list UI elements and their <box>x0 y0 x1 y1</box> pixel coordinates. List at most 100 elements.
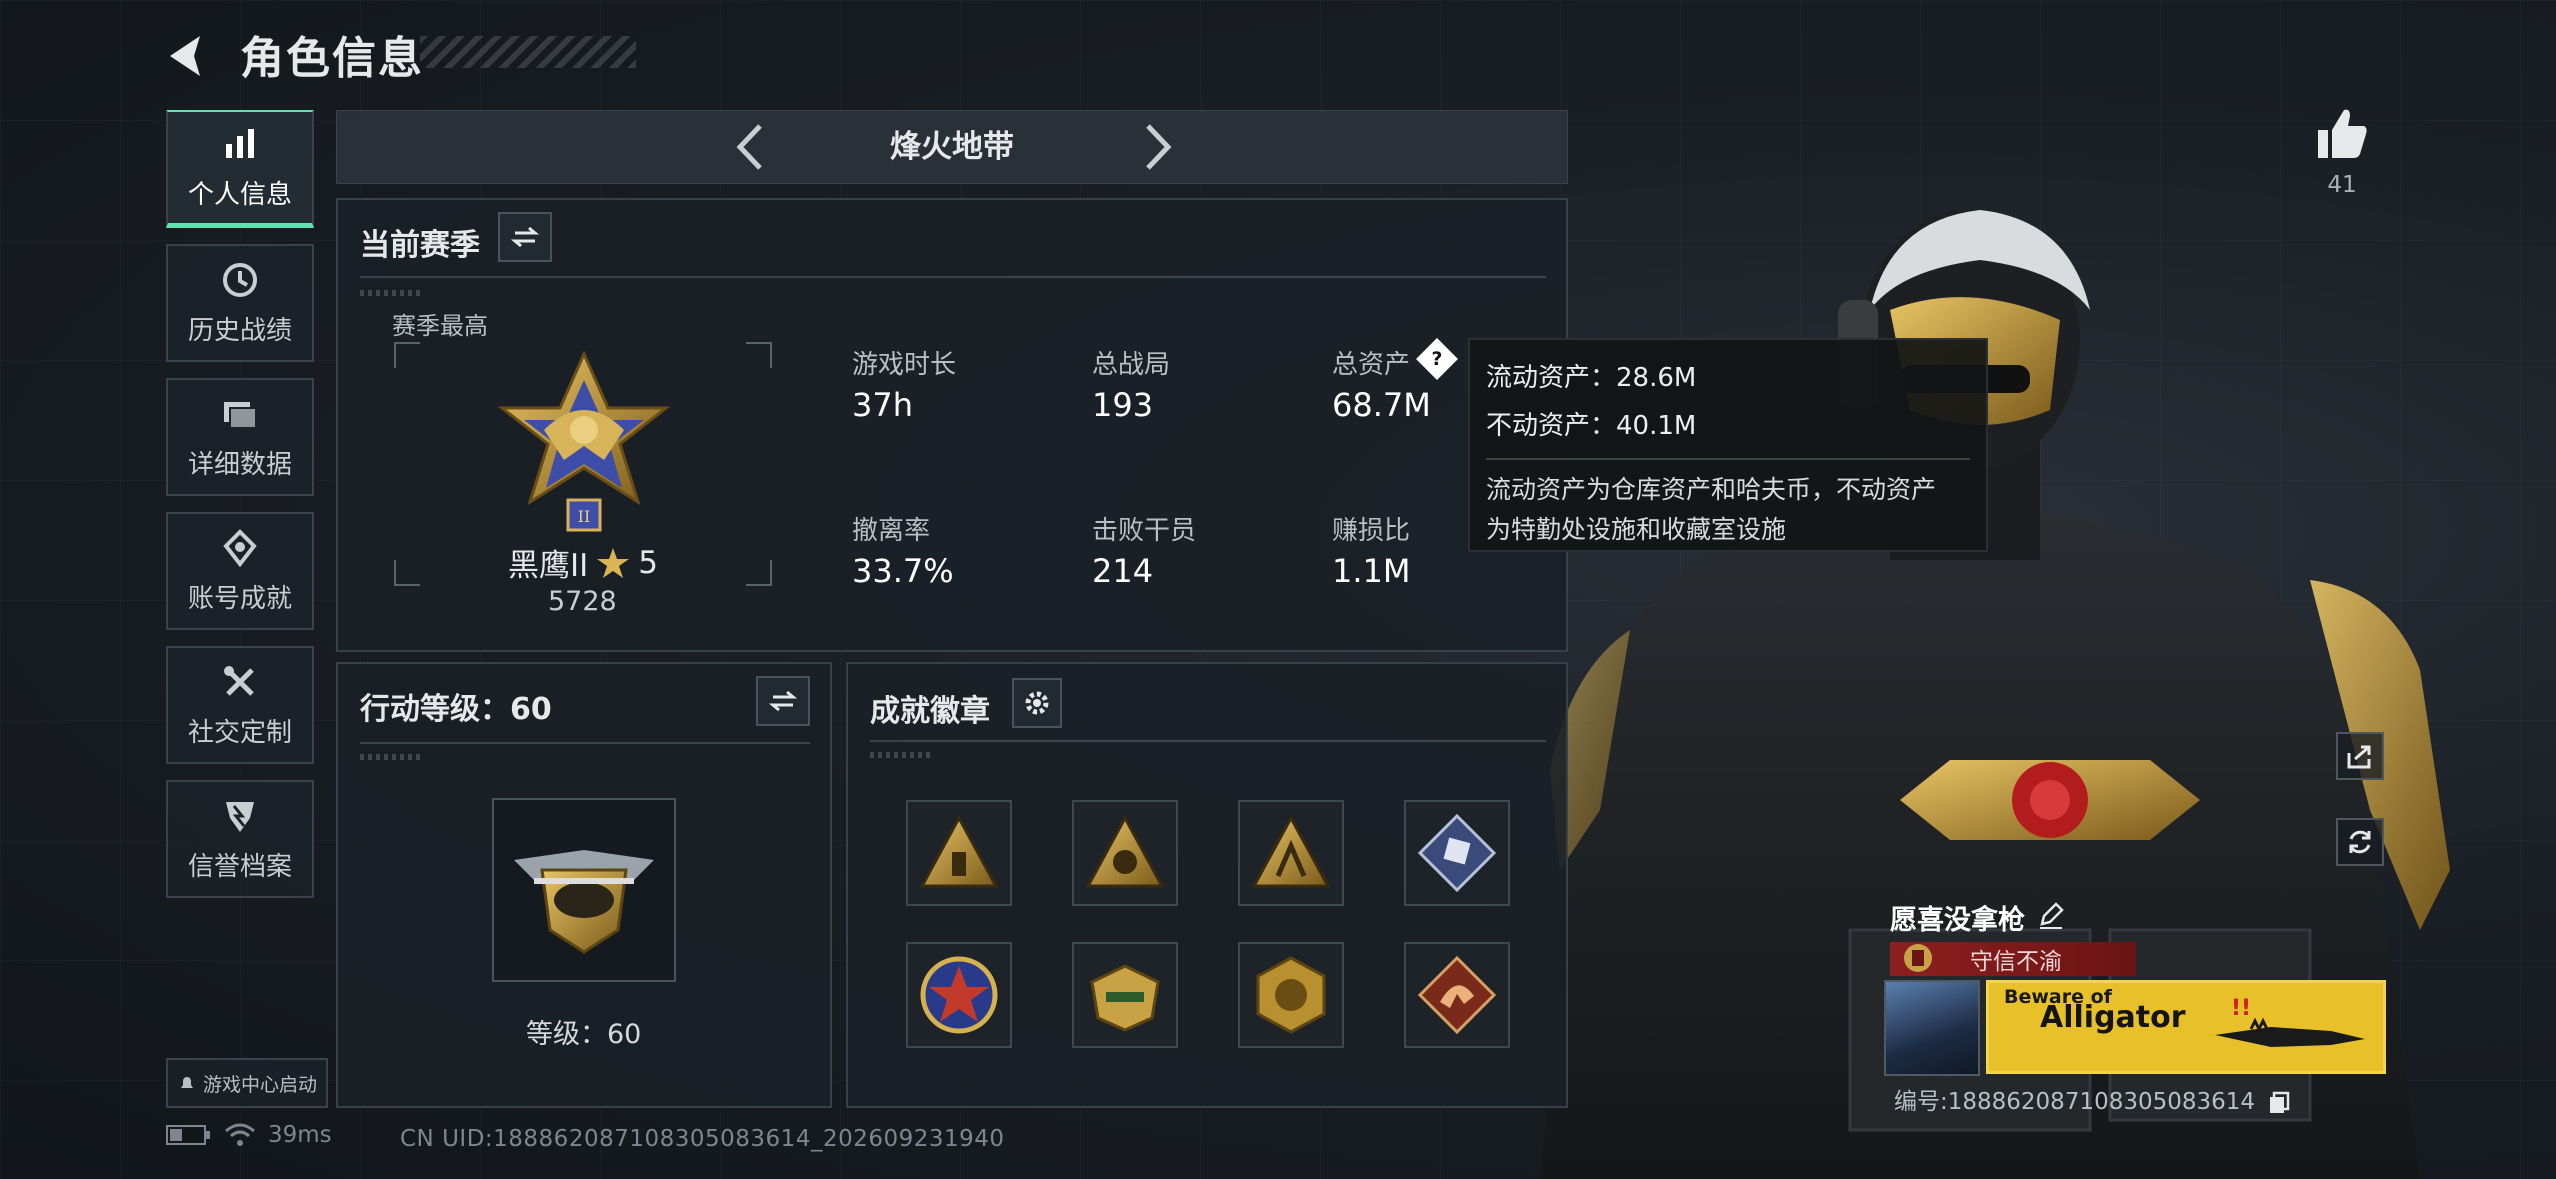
tools-icon <box>224 665 254 696</box>
stat-value-profit-loss: 1.1M <box>1332 552 1411 590</box>
sidebar-item-label: 个人信息 <box>187 180 292 210</box>
gear-icon <box>1025 691 1049 715</box>
stat-value-total-matches: 193 <box>1092 386 1154 424</box>
refresh-button[interactable] <box>2336 818 2384 866</box>
stat-label-playtime: 游戏时长 <box>852 350 957 380</box>
stat-label-profit-loss: 赚损比 <box>1332 516 1411 546</box>
launch-label: 游戏中心启动 <box>202 1073 317 1096</box>
action-level-title: 行动等级：60 <box>360 692 552 727</box>
stat-label-extraction-rate: 撤离率 <box>852 516 931 546</box>
swap-icon <box>511 226 539 248</box>
stat-value-extraction-rate: 33.7% <box>852 552 954 590</box>
title-decoration <box>420 36 636 68</box>
sidebar-item-personal-info[interactable]: 个人信息 <box>166 110 314 228</box>
shield-icon <box>226 801 254 832</box>
uid-text: CN UID:18886208710830508​3614_2026092319… <box>400 1126 1005 1152</box>
tooltip-description-line1: 流动资产为仓库资产和哈夫币，不动资产 <box>1486 475 1937 504</box>
game-center-launch-button[interactable]: 游戏中心启动 <box>166 1058 328 1108</box>
status-bar: 39ms <box>166 1122 332 1148</box>
divider <box>870 740 1546 742</box>
divider-accent <box>870 752 930 758</box>
sidebar-item-history[interactable]: 历史战绩 <box>166 244 314 362</box>
stat-value-total-assets: 68.7M <box>1332 386 1431 424</box>
sidebar-item-social[interactable]: 社交定制 <box>166 646 314 764</box>
bell-icon <box>180 1077 193 1088</box>
badge-slot[interactable] <box>1404 942 1510 1048</box>
assets-tooltip: 流动资产：28.6M 不动资产：40.1M 流动资产为仓库资产和哈夫币，不动资产… <box>1468 338 1988 552</box>
tooltip-divider <box>1486 458 1970 460</box>
thumbs-up-icon[interactable] <box>2312 104 2372 164</box>
title-emblem-icon <box>1904 944 1932 972</box>
stat-value-operators-defeated: 214 <box>1092 552 1154 590</box>
bar-chart-icon <box>226 129 254 158</box>
svg-text:II: II <box>578 507 591 526</box>
season-switch-button[interactable] <box>498 212 552 262</box>
share-icon <box>2347 745 2371 769</box>
chevron-right-icon[interactable] <box>1128 118 1184 176</box>
sidebar-item-detailed-data[interactable]: 详细数据 <box>166 378 314 496</box>
badge-slot[interactable] <box>1238 800 1344 906</box>
rank-name-row: 黑鹰II 5 <box>508 540 658 585</box>
banner-text-line2: Alligator <box>2040 1000 2186 1035</box>
sidebar-item-credit[interactable]: 信誉档案 <box>166 780 314 898</box>
badges-title: 成就徽章 <box>870 694 990 729</box>
stat-label-total-matches: 总战局 <box>1092 350 1171 380</box>
badge-slot[interactable] <box>906 942 1012 1048</box>
rank-stars: 5 <box>638 544 659 581</box>
wifi-icon <box>225 1123 255 1146</box>
clock-icon <box>223 262 257 297</box>
action-level-switch-button[interactable] <box>756 676 810 726</box>
badge-slot[interactable] <box>1072 942 1178 1048</box>
badges-settings-button[interactable] <box>1012 678 1062 728</box>
title-tag: 守信不渝 <box>1890 942 2136 976</box>
triangle-badge-icon <box>1085 814 1165 888</box>
chevron-left-icon[interactable] <box>724 118 780 176</box>
triangle-badge-icon <box>1251 814 1331 888</box>
back-arrow-icon[interactable] <box>160 28 216 84</box>
badge-slot[interactable] <box>1404 800 1510 906</box>
sidebar-item-label: 社交定制 <box>187 717 292 748</box>
player-id-text: 编号:18886208710830508​3614 <box>1894 1089 2256 1115</box>
alligator-icon: !! <box>2215 996 2365 1047</box>
svg-text:!!: !! <box>2231 996 2251 1021</box>
dragon-badge-icon <box>1417 955 1497 1035</box>
divider-accent <box>360 290 420 296</box>
sidebar-item-label: 账号成就 <box>187 583 292 614</box>
badge-slot[interactable] <box>1072 800 1178 906</box>
badge-slot[interactable] <box>1238 942 1344 1048</box>
rank-emblem-icon: II <box>497 350 671 532</box>
rank-name: 黑鹰II <box>508 548 589 584</box>
crocodile-badge-icon <box>1090 964 1160 1032</box>
level-label: 等级：60 <box>526 1019 642 1050</box>
sidebar-item-label: 详细数据 <box>187 449 292 480</box>
divider <box>360 742 810 744</box>
badge-slot[interactable] <box>906 800 1012 906</box>
copy-icon[interactable] <box>2268 1091 2290 1115</box>
like-count: 41 <box>2327 172 2357 198</box>
achievement-icon <box>223 528 257 567</box>
rank-score: 5728 <box>548 586 617 617</box>
sidebar-item-achievements[interactable]: 账号成就 <box>166 512 314 630</box>
stat-label-total-assets: 总资产 <box>1332 350 1411 380</box>
refresh-icon <box>2349 830 2371 854</box>
sidebar-item-label: 历史战绩 <box>187 315 292 346</box>
stat-value-playtime: 37h <box>852 386 913 424</box>
triangle-badge-icon <box>919 814 999 888</box>
ping-value: 39ms <box>268 1122 332 1148</box>
level-emblem-frame <box>492 798 676 982</box>
star-icon <box>597 547 630 578</box>
tooltip-description-line2: 为特勤处设施和收藏室设施 <box>1486 515 1787 544</box>
player-id: 编号:18886208710830508​3614 <box>1894 1082 2290 1116</box>
mode-title: 烽火地带 <box>890 129 1014 165</box>
divider-accent <box>360 754 420 760</box>
stat-label-operators-defeated: 击败干员 <box>1092 516 1197 546</box>
share-button[interactable] <box>2336 732 2384 780</box>
diamond-badge-icon <box>1417 813 1497 893</box>
edit-pencil-icon[interactable] <box>2036 900 2066 930</box>
avatar[interactable] <box>1884 980 1980 1076</box>
star-badge-icon <box>920 956 998 1034</box>
sidebar-item-label: 信誉档案 <box>187 851 292 882</box>
swap-icon <box>769 690 797 712</box>
tooltip-liquid-assets: 流动资产：28.6M <box>1486 363 1697 393</box>
hexagon-badge-icon <box>1256 956 1326 1034</box>
